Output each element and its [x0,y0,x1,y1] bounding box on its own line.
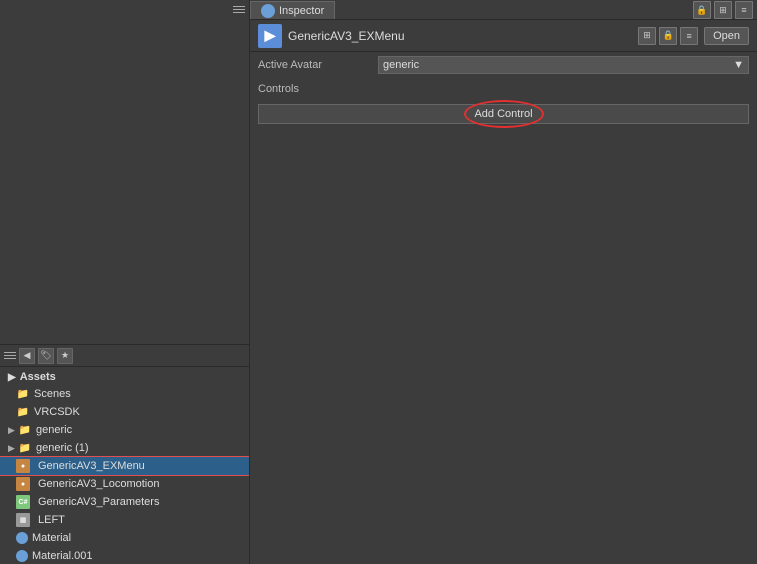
assets-header: ▶ Assets [0,369,249,385]
asset-label: LEFT [38,514,65,526]
asset-item-generic1[interactable]: ▶ 📁 generic (1) [0,439,249,457]
mesh-icon: ▦ [16,513,30,527]
add-control-button[interactable]: Add Control [258,104,749,124]
asset-label: GenericAV3_Locomotion [38,478,159,490]
folder-icon: 📁 [16,405,30,419]
asset-item-vrcsdk[interactable]: 📁 VRCSDK [0,403,249,421]
left-top-area [0,0,249,344]
object-icon: ▶ [258,24,282,48]
inspector-tab-icon [261,4,275,18]
inspector-tab-bar: Inspector 🔒 ⊞ ≡ [250,0,757,20]
inspector-content: ▶ GenericAV3_EXMenu ⊞ 🔒 ≡ Open Active Av… [250,20,757,564]
asset-item-material[interactable]: Material [0,529,249,547]
dropdown-value: generic [383,59,419,71]
folder-icon: 📁 [18,423,32,437]
assets-menu-icon[interactable] [4,352,16,359]
asset-label: GenericAV3_Parameters [38,496,159,508]
expand-arrow-icon: ▶ [8,425,16,436]
material-icon [16,532,28,544]
main-layout: ◀ 🏷 ★ ▶ Assets 📁 Scenes 📁 VRCSDK [0,0,757,564]
left-top-toolbar [0,0,249,18]
lock2-icon[interactable]: 🔒 [659,27,677,45]
active-avatar-dropdown[interactable]: generic ▼ [378,56,749,74]
folder-icon: 📁 [18,441,32,455]
asset-item-genericav3exmenu[interactable]: ● GenericAV3_EXMenu [0,457,249,475]
open-button[interactable]: Open [704,27,749,45]
asset-label: VRCSDK [34,406,80,418]
menu2-icon[interactable]: ≡ [680,27,698,45]
active-avatar-value: generic ▼ [378,56,749,74]
inspector-object-title: GenericAV3_EXMenu [288,29,632,43]
active-avatar-label: Active Avatar [258,59,378,71]
back-button[interactable]: ◀ [19,348,35,364]
add-control-row: Add Control [250,100,757,128]
asset-item-scenes[interactable]: 📁 Scenes [0,385,249,403]
animator-icon: ● [16,477,30,491]
grid-icon[interactable]: ⊞ [714,1,732,19]
controls-label: Controls [258,83,378,95]
asset-label: Material [32,532,71,544]
asset-label: generic [36,424,72,436]
grid2-icon[interactable]: ⊞ [638,27,656,45]
asset-label: generic (1) [36,442,89,454]
expand-arrow-icon: ▶ [8,443,16,454]
asset-label: GenericAV3_EXMenu [38,460,145,472]
dropdown-arrow-icon: ▼ [733,59,744,71]
add-control-label: Add Control [474,108,532,120]
lock-icon[interactable]: 🔒 [693,1,711,19]
inspector-tab-toolbar: 🔒 ⊞ ≡ [693,1,757,19]
inspector-tab[interactable]: Inspector [250,1,335,19]
active-avatar-field: Active Avatar generic ▼ [250,52,757,78]
left-panel: ◀ 🏷 ★ ▶ Assets 📁 Scenes 📁 VRCSDK [0,0,250,564]
assets-panel: ◀ 🏷 ★ ▶ Assets 📁 Scenes 📁 VRCSDK [0,344,249,564]
animator-icon: ● [16,459,30,473]
inspector-header-toolbar: ⊞ 🔒 ≡ [638,27,698,45]
menu-lines-icon[interactable] [233,6,245,13]
tag-button[interactable]: 🏷 [38,348,54,364]
assets-list: ▶ Assets 📁 Scenes 📁 VRCSDK ▶ 📁 ge [0,367,249,564]
folder-icon: 📁 [16,387,30,401]
assets-header-label: Assets [20,371,56,383]
asset-item-left[interactable]: ▦ LEFT [0,511,249,529]
star-button[interactable]: ★ [57,348,73,364]
inspector-tab-label: Inspector [279,5,324,17]
asset-item-genericav3locomotion[interactable]: ● GenericAV3_Locomotion [0,475,249,493]
assets-toolbar: ◀ 🏷 ★ [0,345,249,367]
menu-icon[interactable]: ≡ [735,1,753,19]
material-icon [16,550,28,562]
assets-expand-arrow: ▶ [8,372,16,383]
asset-label: Scenes [34,388,71,400]
inspector-object-header: ▶ GenericAV3_EXMenu ⊞ 🔒 ≡ Open [250,20,757,52]
asset-item-genericav3parameters[interactable]: C# GenericAV3_Parameters [0,493,249,511]
asset-label: Material.001 [32,550,93,562]
asset-item-generic[interactable]: ▶ 📁 generic [0,421,249,439]
inspector-panel: Inspector 🔒 ⊞ ≡ ▶ GenericAV3_EXMenu ⊞ 🔒 … [250,0,757,564]
asset-item-material001[interactable]: Material.001 [0,547,249,564]
script-icon: C# [16,495,30,509]
controls-field: Controls [250,78,757,100]
